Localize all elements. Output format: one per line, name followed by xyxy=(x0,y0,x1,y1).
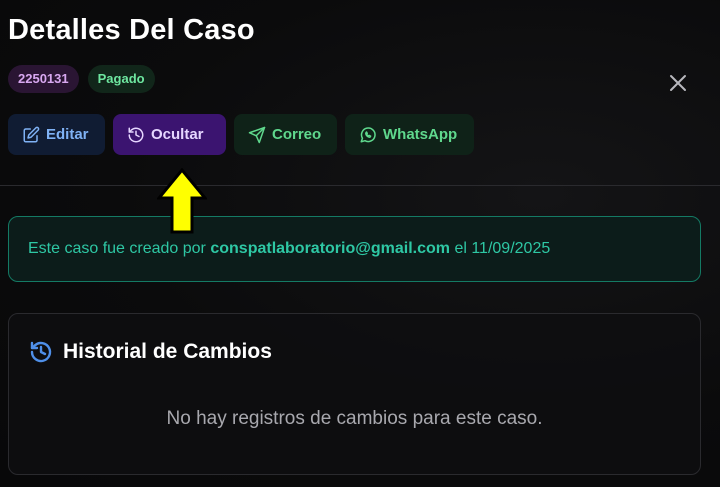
email-button-label: Correo xyxy=(272,126,322,143)
whatsapp-icon xyxy=(360,126,376,142)
edit-button-label: Editar xyxy=(46,126,89,143)
case-details-panel: Detalles Del Caso 2250131 Pagado Editar … xyxy=(0,0,720,487)
info-middle: el xyxy=(454,240,467,257)
header-divider xyxy=(0,185,720,186)
edit-button[interactable]: Editar xyxy=(8,114,105,155)
creation-date: 11/09/2025 xyxy=(471,240,551,257)
creator-email: conspatlaboratorio@gmail.com xyxy=(210,240,450,257)
case-id-badge: 2250131 xyxy=(8,65,79,93)
status-badge: Pagado xyxy=(87,65,155,93)
history-icon xyxy=(128,127,144,142)
email-button[interactable]: Correo xyxy=(234,114,337,155)
history-card: Historial de Cambios No hay registros de… xyxy=(8,313,701,475)
close-icon xyxy=(670,75,686,91)
action-bar: Editar Ocultar Correo WhatsApp xyxy=(8,114,474,155)
creation-info-banner: Este caso fue creado por conspatlaborato… xyxy=(8,216,701,282)
history-header: Historial de Cambios xyxy=(29,340,272,364)
history-empty-message: No hay registros de cambios para este ca… xyxy=(166,408,543,429)
whatsapp-button-label: WhatsApp xyxy=(383,126,458,143)
history-icon xyxy=(30,341,52,363)
send-icon xyxy=(248,126,266,143)
badge-row: 2250131 Pagado xyxy=(8,65,155,93)
whatsapp-button[interactable]: WhatsApp xyxy=(345,114,474,155)
hide-history-button[interactable]: Ocultar xyxy=(113,114,226,155)
close-button[interactable] xyxy=(666,71,690,95)
history-title: Historial de Cambios xyxy=(63,340,272,363)
arrow-up-icon xyxy=(157,168,207,234)
page-title: Detalles Del Caso xyxy=(8,14,255,46)
info-prefix: Este caso fue creado por xyxy=(28,240,206,257)
hide-button-label: Ocultar xyxy=(151,126,204,143)
edit-icon xyxy=(23,126,40,142)
